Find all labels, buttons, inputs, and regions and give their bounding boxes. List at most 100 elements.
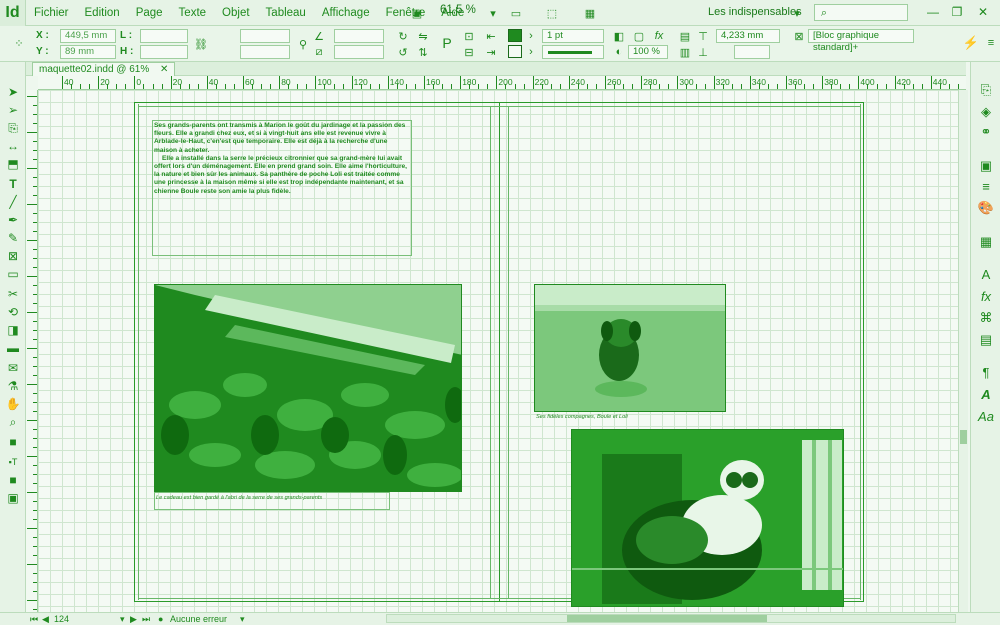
screen-mode-tool-icon[interactable]: ▣ — [4, 490, 22, 506]
pathfinder-icon[interactable]: P — [440, 35, 454, 51]
line-tool-icon[interactable]: ╱ — [4, 194, 22, 210]
menu-edition[interactable]: Edition — [77, 7, 128, 19]
color-panel-icon[interactable]: 🎨 — [977, 200, 995, 216]
close-tab-icon[interactable]: ✕ — [160, 64, 168, 75]
page-number-field[interactable]: 124 — [54, 614, 69, 624]
layers-panel-icon[interactable]: ◈ — [977, 104, 995, 120]
workspace-switcher[interactable]: Les indispensables — [708, 6, 802, 18]
document-tab[interactable]: maquette02.indd @ 61% ✕ — [32, 62, 176, 76]
fill-arrow-icon[interactable]: › — [524, 29, 538, 43]
menu-affichage[interactable]: Affichage — [314, 7, 378, 19]
stroke-swatch[interactable] — [508, 45, 522, 58]
effects-panel-icon[interactable]: fx — [977, 288, 995, 304]
pages-panel-icon[interactable]: ⎘ — [977, 82, 995, 98]
text-wrap-panel-icon[interactable]: ⌘ — [977, 310, 995, 326]
document-canvas[interactable]: Ses grands-parents ont transmis à Marion… — [38, 90, 958, 612]
vertical-scrollbar[interactable] — [958, 90, 968, 612]
align-top-icon[interactable]: ⊤ — [696, 29, 710, 43]
type-tool-icon[interactable]: T — [4, 176, 22, 192]
gradient-feather-tool-icon[interactable]: ▬ — [4, 340, 22, 356]
rounded-corner-icon[interactable]: ▢ — [632, 29, 646, 43]
apply-color-icon[interactable]: ■ — [4, 472, 22, 488]
prev-page-icon[interactable]: ◀ — [42, 614, 49, 625]
first-page-icon[interactable]: ⏮ — [30, 614, 38, 625]
offset-field[interactable]: 4,233 mm — [716, 29, 780, 43]
gap-tool-icon[interactable]: ↔ — [4, 138, 22, 154]
direct-selection-tool-icon[interactable]: ➢ — [4, 102, 22, 118]
menu-texte[interactable]: Texte — [171, 7, 215, 19]
stroke-panel-icon[interactable]: ▣ — [977, 158, 995, 174]
flip-h-icon[interactable]: ⇋ — [416, 29, 430, 43]
note-tool-icon[interactable]: ✉ — [4, 360, 22, 376]
minimize-button[interactable]: — — [922, 2, 944, 22]
align-bottom-icon[interactable]: ⊥ — [696, 45, 710, 59]
select-container-icon[interactable]: ⊡ — [462, 29, 476, 43]
rectangle-frame-tool-icon[interactable]: ⊠ — [4, 248, 22, 264]
maximize-button[interactable]: ❐ — [946, 2, 968, 22]
stroke-arrow-icon[interactable]: › — [524, 45, 538, 59]
links-panel-icon[interactable]: ⚭ — [977, 124, 995, 140]
character-styles-icon[interactable]: A — [977, 386, 995, 402]
constrain-proportions-icon[interactable]: ⛓ — [194, 37, 208, 51]
menu-objet[interactable]: Objet — [214, 7, 258, 19]
panel-menu-icon[interactable]: ≡ — [984, 36, 998, 50]
vertical-ruler[interactable] — [26, 90, 38, 612]
fill-stroke-icon[interactable]: ■ — [4, 434, 22, 450]
horizontal-scroll-thumb[interactable] — [567, 615, 767, 622]
stroke-weight-field[interactable]: 1 pt — [542, 29, 604, 43]
screen-mode-icon[interactable]: ⬚ — [542, 6, 562, 20]
pen-tool-icon[interactable]: ✒ — [4, 212, 22, 228]
width-field[interactable] — [140, 29, 188, 43]
workspace-dropdown-icon[interactable]: ▾ — [790, 6, 804, 20]
flip-v-icon[interactable]: ⇅ — [416, 45, 430, 59]
dog-photo[interactable] — [534, 284, 726, 412]
gradient-swatch-tool-icon[interactable]: ◨ — [4, 322, 22, 338]
rotation-field[interactable] — [334, 29, 384, 43]
vertical-scroll-thumb[interactable] — [960, 430, 967, 444]
scissors-tool-icon[interactable]: ✂ — [4, 286, 22, 302]
opacity-field[interactable]: 100 % — [628, 45, 668, 59]
body-text[interactable]: Ses grands-parents ont transmis à Marion… — [154, 122, 412, 196]
select-prev-icon[interactable]: ⇤ — [484, 29, 498, 43]
hand-tool-icon[interactable]: ✋ — [4, 396, 22, 412]
select-content-icon[interactable]: ⊟ — [462, 45, 476, 59]
bridge-icon[interactable]: ▣ — [410, 6, 424, 20]
paragraph-styles-icon[interactable]: Aa — [977, 408, 995, 424]
table-panel-icon[interactable]: ▦ — [977, 234, 995, 250]
preflight-icon[interactable]: ● — [158, 614, 163, 624]
zoom-tool-icon[interactable]: ⌕ — [4, 414, 22, 430]
height-field[interactable] — [140, 45, 188, 59]
fill-swatch[interactable] — [508, 29, 522, 42]
next-page-icon[interactable]: ▶ — [130, 614, 137, 625]
greenhouse-photo[interactable] — [154, 284, 462, 492]
formatting-affects-icon[interactable]: ▪T — [4, 454, 22, 470]
align-panel-icon[interactable]: ▤ — [977, 332, 995, 348]
quick-apply-icon[interactable]: ⚡ — [963, 35, 979, 50]
shear-field[interactable] — [334, 45, 384, 59]
corner-shape-field[interactable] — [734, 45, 770, 59]
link-scale-icon[interactable]: ⚲ — [296, 37, 310, 51]
horizontal-ruler[interactable]: 40 20 0 20 40 60 80 100 120 140 160 180 200 220 240 260… — [38, 76, 966, 90]
preflight-status[interactable]: Aucune erreur — [170, 614, 227, 624]
scale-y-field[interactable] — [240, 45, 290, 59]
character-panel-icon[interactable]: A — [977, 266, 995, 282]
horizontal-scrollbar[interactable] — [386, 614, 956, 623]
drop-shadow-icon[interactable]: ◧ — [612, 29, 626, 43]
arrange-documents-icon[interactable]: ▦ — [580, 6, 600, 20]
free-transform-tool-icon[interactable]: ⟲ — [4, 304, 22, 320]
content-collector-icon[interactable]: ⬒ — [4, 156, 22, 172]
scale-x-field[interactable] — [240, 29, 290, 43]
rectangle-tool-icon[interactable]: ▭ — [4, 266, 22, 282]
selection-tool-icon[interactable]: ➤ — [4, 84, 22, 100]
menu-page[interactable]: Page — [128, 7, 171, 19]
effects-icon[interactable]: fx — [652, 29, 666, 43]
page-tool-icon[interactable]: ⎘ — [4, 120, 22, 136]
paragraph-panel-icon[interactable]: ¶ — [977, 364, 995, 380]
menu-fichier[interactable]: Fichier — [26, 7, 77, 19]
close-button[interactable]: ✕ — [972, 2, 994, 22]
select-next-icon[interactable]: ⇥ — [484, 45, 498, 59]
cat-photo[interactable] — [571, 429, 844, 607]
rotate-ccw-icon[interactable]: ↺ — [396, 45, 410, 59]
zoom-level[interactable]: 61,5 % — [440, 4, 476, 16]
preflight-dropdown-icon[interactable]: ▾ — [240, 614, 245, 625]
